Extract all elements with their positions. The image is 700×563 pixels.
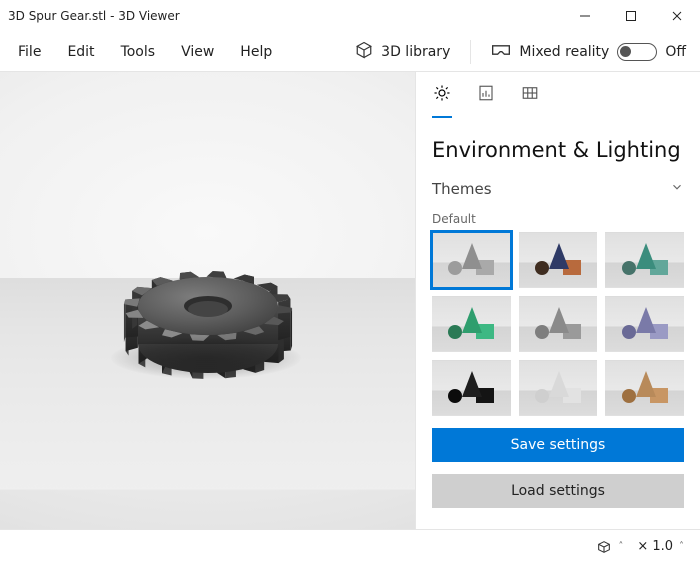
theme-swatch-3[interactable] [432,296,511,352]
model-shadow [111,337,301,379]
themes-label: Themes [432,180,492,198]
quickview-button[interactable]: ˄ [596,539,625,555]
panel-tabs [432,72,684,124]
separator [470,40,471,64]
mixed-reality-state: Off [665,44,686,60]
theme-swatch-4[interactable] [519,296,598,352]
mixed-reality-control[interactable]: Mixed reality Off [483,38,694,66]
perspective-icon [596,539,612,555]
mixed-reality-toggle[interactable] [617,43,657,61]
theme-swatch-6[interactable] [432,360,511,416]
library-button[interactable]: 3D library [347,37,458,67]
theme-swatch-0[interactable] [432,232,511,288]
theme-swatch-2[interactable] [605,232,684,288]
theme-swatch-1[interactable] [519,232,598,288]
window-controls [562,0,700,32]
main-area: Environment & Lighting Themes Default Sa… [0,72,700,529]
sun-icon [433,84,451,106]
theme-swatch-5[interactable] [605,296,684,352]
zoom-control[interactable]: × 1.0 ˄ [637,539,686,554]
tab-stats[interactable] [476,84,496,118]
themes-header[interactable]: Themes [432,180,684,198]
maximize-button[interactable] [608,0,654,32]
menu-view[interactable]: View [169,38,226,66]
menu-right: 3D library Mixed reality Off [347,37,694,67]
model-gear[interactable] [103,261,313,385]
status-bar: ˄ × 1.0 ˄ [0,529,700,563]
theme-swatch-7[interactable] [519,360,598,416]
theme-grid [432,232,684,416]
panel-title: Environment & Lighting [432,138,684,162]
close-button[interactable] [654,0,700,32]
cube-icon [355,41,373,63]
menu-tools[interactable]: Tools [109,38,168,66]
window-title: 3D Spur Gear.stl - 3D Viewer [8,9,562,23]
zoom-prefix: × [637,539,648,554]
selected-theme-label: Default [432,212,684,226]
viewport[interactable] [0,72,415,529]
load-settings-button[interactable]: Load settings [432,474,684,508]
grid-icon [521,84,539,106]
menu-left: File Edit Tools View Help [6,38,284,66]
library-label: 3D library [381,44,450,60]
menu-help[interactable]: Help [228,38,284,66]
save-settings-button[interactable]: Save settings [432,428,684,462]
menu-bar: File Edit Tools View Help 3D library Mix… [0,32,700,72]
clipboard-icon [477,84,495,106]
minimize-button[interactable] [562,0,608,32]
chevron-up-icon: ˄ [616,541,625,552]
tab-lighting[interactable] [432,84,452,118]
zoom-value: 1.0 [652,539,673,554]
menu-edit[interactable]: Edit [55,38,106,66]
chevron-down-icon [670,180,684,198]
theme-swatch-8[interactable] [605,360,684,416]
side-panel: Environment & Lighting Themes Default Sa… [415,72,700,529]
title-bar: 3D Spur Gear.stl - 3D Viewer [0,0,700,32]
headset-icon [491,42,511,62]
mixed-reality-label: Mixed reality [519,44,609,60]
chevron-up-icon: ˄ [677,541,686,552]
menu-file[interactable]: File [6,38,53,66]
tab-grid[interactable] [520,84,540,118]
